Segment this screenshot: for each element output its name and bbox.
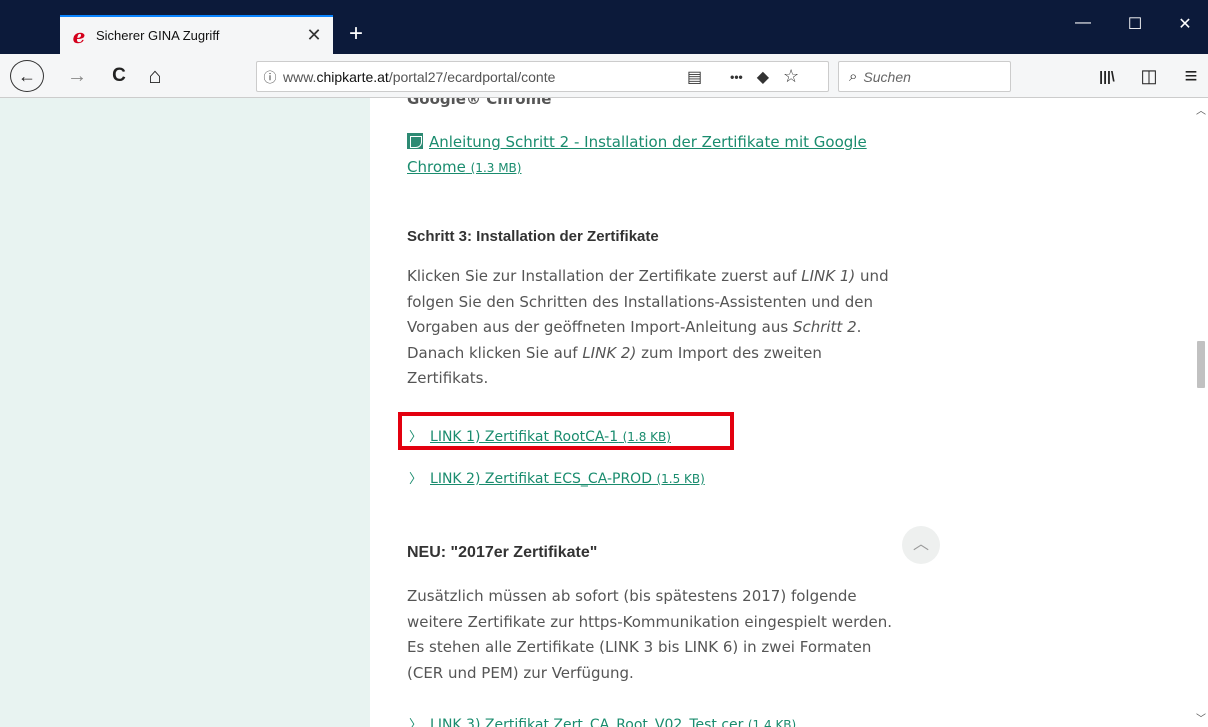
ie-e-icon: e (72, 23, 86, 48)
scrollbar-thumb[interactable] (1197, 341, 1205, 388)
back-arrow-icon: ← (18, 65, 36, 86)
sidebar-button[interactable]: ◫ (1134, 60, 1164, 92)
pocket-icon[interactable]: ◆ (757, 67, 769, 87)
library-button[interactable]: |||\ (1092, 60, 1122, 92)
link2-label: LINK 2) Zertifikat ECS_CA-PROD (430, 471, 652, 487)
step3-text-1: Klicken Sie zur Installation der Zertifi… (407, 267, 802, 285)
url-path: /portal27/ecardportal/conte (388, 68, 556, 85)
scroll-down-arrow-icon[interactable]: ﹀ (1194, 710, 1208, 725)
reader-view-icon[interactable]: ▤ (687, 67, 702, 87)
highlight-box (398, 412, 734, 450)
library-icon: |||\ (1099, 68, 1115, 84)
info-icon[interactable]: ⓘ (257, 67, 283, 86)
tab-active[interactable]: e Sicherer GINA Zugriff ✕ (60, 15, 333, 54)
bookmark-star-icon[interactable]: ☆ (783, 66, 799, 87)
scroll-to-top-button[interactable]: ︿ (902, 526, 940, 564)
reload-icon: C (112, 65, 126, 86)
reload-button[interactable]: C (104, 60, 134, 92)
step3-heading: Schritt 3: Installation der Zertifikate (407, 228, 659, 245)
pdf-download: Anleitung Schritt 2 - Installation der Z… (407, 130, 897, 181)
link3-label: LINK 3) Zertifikat Zert_CA_Root_V02_Test… (430, 717, 744, 727)
home-icon: ⌂ (148, 63, 162, 88)
hamburger-menu-icon: ≡ (1184, 63, 1198, 88)
sidebar-icon: ◫ (1140, 65, 1158, 86)
tab-title: Sicherer GINA Zugriff (96, 28, 220, 43)
search-field[interactable]: ⌕ Suchen (838, 61, 1011, 92)
search-placeholder: Suchen (863, 68, 911, 85)
link2-ecs-ca-prod[interactable]: LINK 2) Zertifikat ECS_CA-PROD (1.5 KB) (430, 471, 705, 487)
new-tab-button[interactable]: + (340, 18, 372, 50)
link2-size: (1.5 KB) (656, 472, 705, 486)
home-button[interactable]: ⌂ (140, 60, 170, 92)
tab-close-icon[interactable]: ✕ (301, 25, 327, 46)
url-prefix: www. (283, 68, 317, 85)
minimize-icon[interactable]: — (1060, 14, 1106, 32)
tab-bar: e Sicherer GINA Zugriff ✕ + — ☐ ✕ (0, 0, 1208, 54)
step3-paragraph: Klicken Sie zur Installation der Zertifi… (407, 264, 907, 392)
forward-arrow-icon: → (67, 64, 87, 87)
link2-item: 〉 LINK 2) Zertifikat ECS_CA-PROD (1.5 KB) (409, 468, 705, 487)
section-heading-cut: Google® Chrome (407, 98, 552, 108)
url-text[interactable]: www.chipkarte.at/portal27/ecardportal/co… (283, 69, 673, 85)
vertical-scrollbar[interactable]: ︿ ﹀ (1194, 98, 1208, 727)
link3-zert-ca-root[interactable]: LINK 3) Zertifikat Zert_CA_Root_V02_Test… (430, 717, 796, 727)
left-sidebar-panel (0, 98, 370, 727)
window-close-icon[interactable]: ✕ (1162, 14, 1208, 34)
step3-link2-ref: LINK 2) (582, 343, 637, 362)
url-host: chipkarte.at (316, 68, 389, 85)
pdf-link-size: (1.3 MB) (470, 161, 522, 175)
scroll-up-arrow-icon[interactable]: ︿ (1194, 102, 1208, 117)
step3-link1-ref: LINK 1) (801, 267, 856, 285)
chevron-right-icon: 〉 (409, 472, 423, 487)
new-certificates-paragraph: Zusätzlich müssen ab sofort (bis spätest… (407, 587, 893, 682)
chevron-right-icon: 〉 (409, 718, 423, 727)
new-certificates-heading: NEU: "2017er Zertifikate" (407, 544, 598, 561)
menu-button[interactable]: ≡ (1176, 60, 1206, 92)
pdf-link[interactable]: Anleitung Schritt 2 - Installation der Z… (407, 133, 867, 176)
back-button[interactable]: ← (10, 60, 44, 92)
link3-size: (1.4 KB) (747, 718, 797, 727)
page-actions-icon[interactable]: ••• (730, 70, 743, 84)
search-icon: ⌕ (849, 68, 858, 85)
url-bar[interactable]: ⓘ www.chipkarte.at/portal27/ecardportal/… (256, 61, 829, 92)
tabbar-spacer (0, 0, 60, 54)
forward-button[interactable]: → (62, 60, 92, 92)
step3-schritt2: Schritt 2 (792, 318, 857, 336)
link3-item: 〉 LINK 3) Zertifikat Zert_CA_Root_V02_Tes… (409, 714, 796, 727)
maximize-icon[interactable]: ☐ (1112, 14, 1158, 34)
navigation-toolbar: ← → C ⌂ ⓘ www.chipkarte.at/portal27/ecar… (0, 54, 1208, 98)
pdf-icon (407, 133, 423, 149)
